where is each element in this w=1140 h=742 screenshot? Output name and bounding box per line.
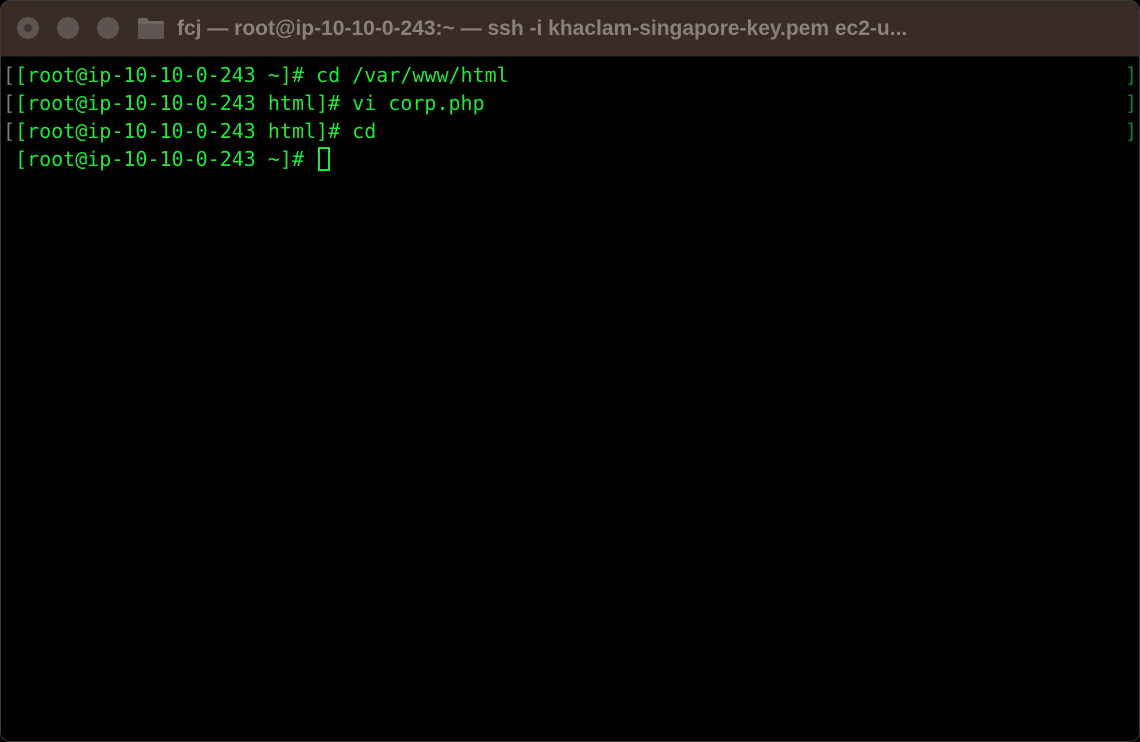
command: cd <box>352 119 377 143</box>
line-marker: [ <box>3 63 16 87</box>
terminal-line: [ [root@ip-10-10-0-243 html]# vi corp.ph… <box>1 89 1139 117</box>
line-marker-right: ] <box>1124 91 1137 115</box>
zoom-light-icon[interactable] <box>97 17 119 39</box>
text-cursor[interactable] <box>318 147 331 171</box>
terminal-window: fcj — root@ip-10-10-0-243:~ — ssh -i kha… <box>0 0 1140 742</box>
command: cd /var/www/html <box>316 63 509 87</box>
line-marker-right: ] <box>1124 119 1137 143</box>
window-title: fcj — root@ip-10-10-0-243:~ — ssh -i kha… <box>177 17 908 40</box>
prompt: [root@ip-10-10-0-243 html]# <box>15 119 353 143</box>
prompt: [root@ip-10-10-0-243 html]# <box>15 91 353 115</box>
minimize-light-icon[interactable] <box>57 17 79 39</box>
command: vi corp.php <box>352 91 485 115</box>
terminal-line: [ [root@ip-10-10-0-243 ~]# cd /var/www/h… <box>1 61 1139 89</box>
terminal-output[interactable]: [ [root@ip-10-10-0-243 ~]# cd /var/www/h… <box>1 57 1139 741</box>
prompt: [root@ip-10-10-0-243 ~]# <box>15 147 317 171</box>
close-light-icon[interactable] <box>17 17 39 39</box>
title-bar[interactable]: fcj — root@ip-10-10-0-243:~ — ssh -i kha… <box>1 1 1139 57</box>
line-marker: [ <box>3 91 16 115</box>
terminal-line: [ [root@ip-10-10-0-243 html]# cd ] <box>1 117 1139 145</box>
line-marker-right: ] <box>1124 63 1137 87</box>
prompt: [root@ip-10-10-0-243 ~]# <box>15 63 317 87</box>
terminal-line: [root@ip-10-10-0-243 ~]# <box>1 145 1139 173</box>
folder-icon <box>138 18 164 39</box>
line-marker: [ <box>3 119 16 143</box>
